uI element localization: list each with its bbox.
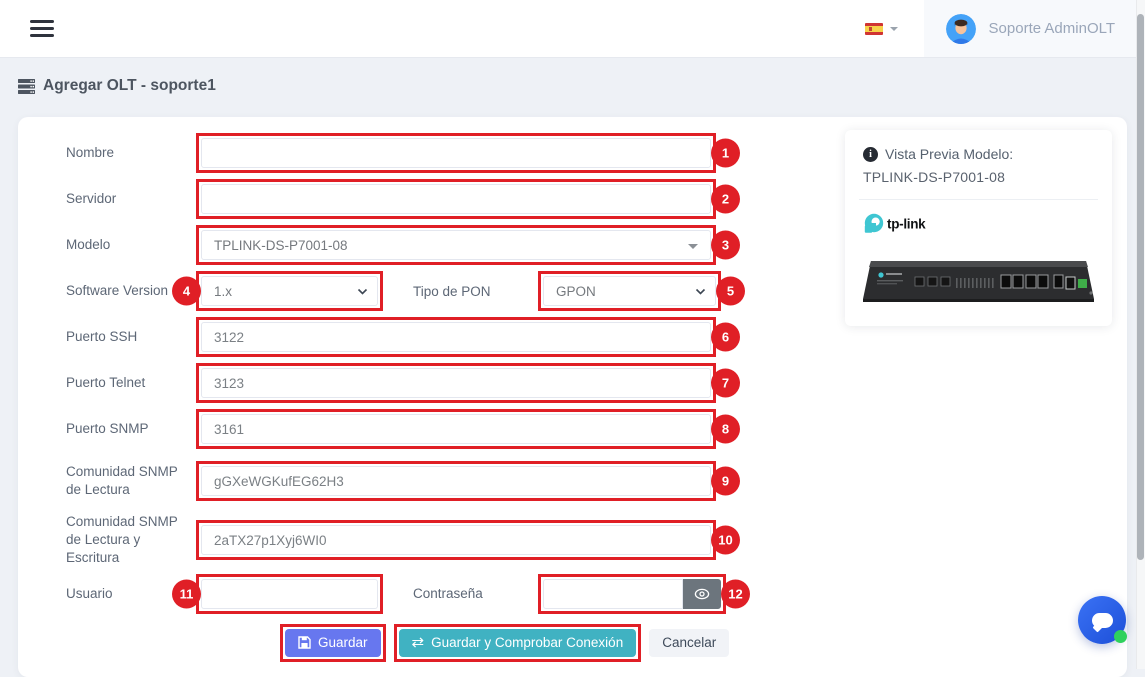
preview-title: Vista Previa Modelo: (885, 146, 1013, 162)
annotation-box-1: 1 (196, 133, 716, 173)
cancel-button-label: Cancelar (662, 635, 716, 650)
form-row-snmp-read: Comunidad SNMP de Lectura 9 (66, 455, 1127, 507)
servidor-label: Servidor (66, 190, 196, 208)
page-title-text: Agregar OLT - soporte1 (43, 77, 216, 95)
annotation-badge-1: 1 (711, 139, 740, 168)
servidor-input[interactable] (201, 184, 711, 214)
puerto-telnet-label: Puerto Telnet (66, 374, 196, 392)
annotation-badge-7: 7 (711, 369, 740, 398)
save-button[interactable]: Guardar (285, 629, 381, 657)
form-row-snmp-write: Comunidad SNMP de Lectura y Escritura 10 (66, 513, 1127, 568)
password-toggle-button[interactable] (683, 579, 721, 609)
chat-bubble-icon (1092, 613, 1113, 628)
annotation-box-2: 2 (196, 179, 716, 219)
annotation-badge-9: 9 (711, 467, 740, 496)
annotation-box-4: 1.x 4 (196, 271, 383, 311)
form-row-credentials: Usuario 11 Contraseña 12 (66, 574, 1127, 614)
form-row-puerto-telnet: Puerto Telnet 7 (66, 363, 1127, 403)
annotation-box-12: 12 (538, 574, 726, 614)
save-and-test-button[interactable]: ⇄ Guardar y Comprobar Conexión (399, 629, 637, 657)
annotation-box-3: TPLINK-DS-P7001-08 3 (196, 225, 716, 265)
annotation-box-7: 7 (196, 363, 716, 403)
annotation-badge-5: 5 (716, 277, 745, 306)
snmp-read-input[interactable] (201, 466, 711, 496)
eye-icon (694, 588, 710, 600)
menu-hamburger-icon[interactable] (30, 16, 54, 41)
save-button-label: Guardar (318, 635, 368, 650)
user-menu[interactable]: Soporte AdminOLT (924, 0, 1145, 57)
annotation-box-10: 10 (196, 520, 716, 560)
olt-device-image (863, 253, 1094, 312)
chat-widget-button[interactable] (1078, 596, 1126, 644)
annotation-box-8: 8 (196, 409, 716, 449)
annotation-box-save-check: ⇄ Guardar y Comprobar Conexión (394, 624, 642, 662)
chevron-down-icon (695, 286, 706, 297)
tplink-logo: tp-link (863, 212, 1094, 243)
annotation-badge-12: 12 (721, 579, 750, 608)
form-actions: Guardar ⇄ Guardar y Comprobar Conexión C… (280, 624, 1127, 662)
cancel-button[interactable]: Cancelar (649, 629, 729, 657)
divider (859, 199, 1098, 200)
modelo-select[interactable]: TPLINK-DS-P7001-08 (201, 230, 711, 260)
page-title: Agregar OLT - soporte1 (18, 77, 1127, 95)
annotation-box-5: GPON 5 (538, 271, 721, 311)
annotation-badge-6: 6 (711, 323, 740, 352)
software-version-select[interactable]: 1.x (201, 276, 378, 306)
snmp-write-label: Comunidad SNMP de Lectura y Escritura (66, 513, 196, 568)
contrasena-input[interactable] (543, 579, 683, 609)
snmp-write-input[interactable] (201, 525, 711, 555)
exchange-arrows-icon: ⇄ (412, 635, 425, 650)
annotation-box-11: 11 (196, 574, 383, 614)
user-name: Soporte AdminOLT (989, 20, 1115, 37)
tipo-pon-select[interactable]: GPON (543, 276, 716, 306)
puerto-snmp-input[interactable] (201, 414, 711, 444)
spain-flag-icon (865, 23, 883, 35)
scrollbar-thumb[interactable] (1137, 14, 1144, 560)
snmp-read-label: Comunidad SNMP de Lectura (66, 463, 196, 499)
annotation-box-6: 6 (196, 317, 716, 357)
annotation-badge-8: 8 (711, 415, 740, 444)
svg-text:tp-link: tp-link (887, 217, 926, 232)
tipo-pon-label: Tipo de PON (383, 284, 538, 299)
preview-model-name: TPLINK-DS-P7001-08 (863, 169, 1094, 185)
dropdown-triangle-icon (688, 244, 698, 249)
puerto-ssh-label: Puerto SSH (66, 328, 196, 346)
annotation-badge-11: 11 (172, 579, 201, 608)
save-floppy-icon (298, 636, 311, 649)
save-and-test-button-label: Guardar y Comprobar Conexión (431, 635, 623, 650)
annotation-badge-10: 10 (711, 526, 740, 555)
language-selector[interactable] (839, 0, 924, 57)
form-card: Nombre 1 Servidor 2 Modelo TPLINK-DS-P70… (18, 117, 1127, 677)
top-navbar: Soporte AdminOLT (0, 0, 1145, 57)
modelo-label: Modelo (66, 236, 196, 254)
puerto-ssh-input[interactable] (201, 322, 711, 352)
info-icon: i (863, 147, 878, 162)
model-preview-card: i Vista Previa Modelo: TPLINK-DS-P7001-0… (845, 130, 1112, 326)
annotation-box-save: Guardar (280, 624, 386, 662)
nombre-input[interactable] (201, 138, 711, 168)
scrollbar-track[interactable] (1136, 0, 1145, 669)
software-version-value: 1.x (214, 284, 232, 299)
online-status-dot (1114, 630, 1127, 643)
avatar (946, 14, 976, 44)
modelo-select-value: TPLINK-DS-P7001-08 (214, 238, 348, 253)
annotation-badge-2: 2 (711, 185, 740, 214)
tipo-pon-value: GPON (556, 284, 596, 299)
chevron-down-icon (357, 286, 368, 297)
puerto-snmp-label: Puerto SNMP (66, 420, 196, 438)
contrasena-label: Contraseña (383, 586, 538, 601)
server-stack-icon (18, 79, 35, 94)
chevron-down-icon (890, 27, 898, 31)
nombre-label: Nombre (66, 144, 196, 162)
form-row-puerto-snmp: Puerto SNMP 8 (66, 409, 1127, 449)
annotation-box-9: 9 (196, 461, 716, 501)
usuario-input[interactable] (201, 579, 378, 609)
annotation-badge-4: 4 (172, 277, 201, 306)
puerto-telnet-input[interactable] (201, 368, 711, 398)
annotation-badge-3: 3 (711, 231, 740, 260)
